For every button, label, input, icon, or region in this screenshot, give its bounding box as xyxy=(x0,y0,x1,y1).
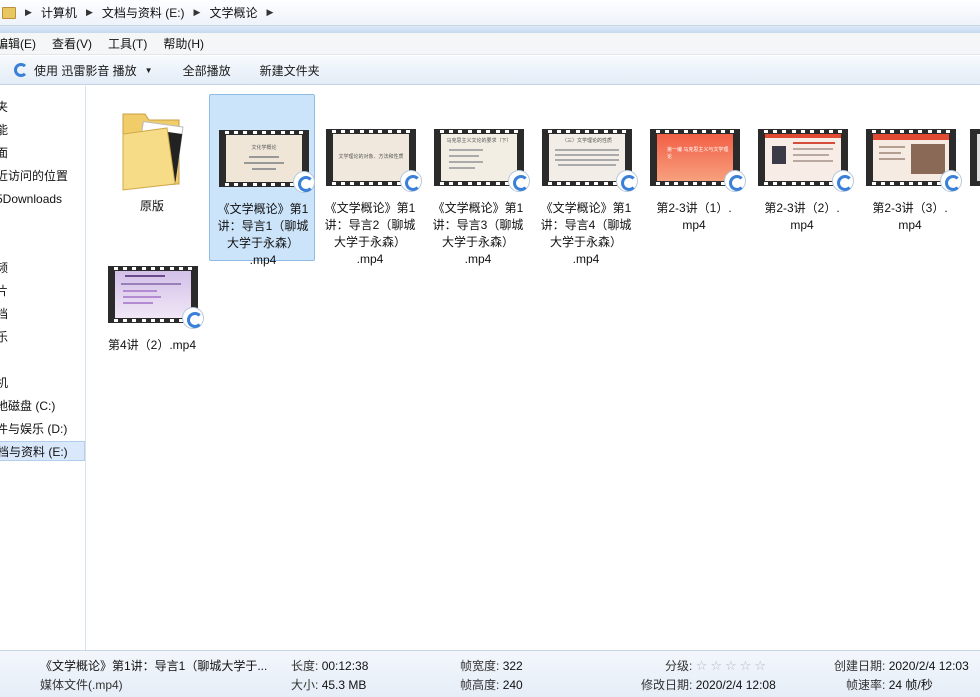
details-pane: 《文学概论》第1讲：导言1（聊城大学于... 媒体文件(.mp4) 长度: 00… xyxy=(0,650,980,697)
detail-length: 长度: 00:12:38 xyxy=(291,659,369,673)
xunlei-player-icon xyxy=(182,307,204,329)
video-file-item[interactable]: 第2-3讲（2）. mp4 xyxy=(749,94,855,234)
nav-item-videos[interactable]: 频 xyxy=(0,258,8,278)
file-name: 第4讲（2）.mp4 xyxy=(107,338,197,352)
new-folder-button[interactable]: 新建文件夹 xyxy=(260,62,320,79)
detail-filetype: 媒体文件(.mp4) xyxy=(40,678,123,692)
star-icon: ☆ xyxy=(695,658,708,673)
detail-modified: 修改日期: 2020/2/4 12:08 xyxy=(641,678,776,692)
nav-item-recent-places[interactable]: 近访问的位置 xyxy=(0,166,68,186)
nav-item-downloads[interactable]: 5Downloads xyxy=(0,189,62,209)
chevron-right-icon[interactable]: ▶ xyxy=(25,7,32,18)
nav-item[interactable]: 能 xyxy=(0,120,8,140)
detail-frame-height: 帧高度: 240 xyxy=(460,678,523,692)
breadcrumb-current-folder[interactable]: 文学概论 xyxy=(209,4,257,21)
video-thumbnail xyxy=(970,129,980,186)
file-name: 第2-3讲（2）. mp4 xyxy=(764,201,840,232)
star-icon: ☆ xyxy=(725,658,737,673)
xunlei-player-icon xyxy=(400,170,422,192)
breadcrumb-drive-e[interactable]: 文档与资料 (E:) xyxy=(102,4,185,21)
chevron-right-icon[interactable]: ▶ xyxy=(194,7,201,18)
video-file-item[interactable]: 第4讲（2）.mp4 xyxy=(99,231,205,352)
xunlei-player-icon xyxy=(508,170,530,192)
menu-edit[interactable]: 编辑(E) xyxy=(0,35,42,52)
video-thumbnail xyxy=(758,129,854,192)
file-name: 《文学概论》第1 讲：导言2（聊城 大学于永森） .mp4 xyxy=(324,201,416,266)
detail-frame-width: 帧宽度: 322 xyxy=(460,659,523,673)
nav-item[interactable]: 夹 xyxy=(0,97,8,117)
breadcrumb-computer[interactable]: 计算机 xyxy=(41,4,77,21)
xunlei-player-icon xyxy=(293,171,315,193)
video-thumbnail xyxy=(866,129,962,192)
detail-size: 大小: 45.3 MB xyxy=(291,678,367,692)
video-file-item-partial[interactable] xyxy=(965,94,980,234)
dropdown-arrow-icon[interactable]: ▼ xyxy=(145,66,153,75)
xunlei-player-icon xyxy=(616,170,638,192)
file-name: 《文学概论》第1 讲：导言4（聊城 大学于永森） .mp4 xyxy=(540,201,632,266)
file-list: 原版 文化学概论 《文学概论》第1 讲：导言1（聊城 大学于永森） .mp4 文… xyxy=(87,86,980,650)
xunlei-player-icon xyxy=(940,170,962,192)
nav-item-documents[interactable]: 档 xyxy=(0,304,8,324)
video-thumbnail xyxy=(108,266,204,329)
file-name: 《文学概论》第1 讲：导言3（聊城 大学于永森） .mp4 xyxy=(432,201,524,266)
nav-item-drive-e[interactable]: 档与资料 (E:) xyxy=(0,441,85,461)
video-file-item[interactable]: 文化学概论 《文学概论》第1 讲：导言1（聊城 大学于永森） .mp4 xyxy=(209,94,315,267)
nav-item-drive-c[interactable]: 地磁盘 (C:) xyxy=(0,396,55,416)
menu-help[interactable]: 帮助(H) xyxy=(157,35,210,52)
rating-stars[interactable]: ☆ ☆ ☆ ☆ ☆ xyxy=(695,658,769,673)
video-thumbnail: 第一编 马克思主义与文学理论 xyxy=(650,129,746,192)
file-name: 《文学概论》第1 讲：导言1（聊城 大学于永森） .mp4 xyxy=(217,202,309,267)
nav-item-pictures[interactable]: 片 xyxy=(0,281,8,301)
video-thumbnail: 文学理论的对象、方法和性质 xyxy=(326,129,422,192)
xunlei-player-icon xyxy=(832,170,854,192)
video-file-item[interactable]: 文学理论的对象、方法和性质 《文学概论》第1 讲：导言2（聊城 大学于永森） .mp4 xyxy=(317,94,423,266)
play-with-button[interactable]: 使用 迅雷影音 播放 ▼ xyxy=(14,62,153,79)
detail-rating: 分级: ☆ ☆ ☆ ☆ ☆ xyxy=(665,657,769,674)
nav-item-computer[interactable]: 机 xyxy=(0,373,8,393)
chevron-right-icon[interactable]: ▶ xyxy=(266,7,273,18)
file-name: 第2-3讲（1）. mp4 xyxy=(656,201,732,232)
menu-view[interactable]: 查看(V) xyxy=(46,35,98,52)
xunlei-player-icon xyxy=(724,170,746,192)
command-bar: 使用 迅雷影音 播放 ▼ 全部播放 新建文件夹 xyxy=(0,56,980,85)
video-file-item[interactable]: 第2-3讲（3）. mp4 xyxy=(857,94,963,234)
navigation-pane: 夹 能 面 近访问的位置 5Downloads 频 片 档 乐 机 地磁盘 (C… xyxy=(0,86,86,650)
menu-bar: 编辑(E) 查看(V) 工具(T) 帮助(H) xyxy=(0,33,980,55)
nav-item-music[interactable]: 乐 xyxy=(0,327,8,347)
star-icon: ☆ xyxy=(754,658,766,673)
folder-item[interactable]: 原版 xyxy=(99,94,205,244)
video-thumbnail: 文化学概论 xyxy=(219,130,315,193)
star-icon: ☆ xyxy=(710,658,722,673)
menu-tools[interactable]: 工具(T) xyxy=(102,35,153,52)
video-thumbnail: （三）文学理论的性质 xyxy=(542,129,638,192)
folder-icon xyxy=(2,6,16,19)
video-thumbnail: 马克思主义文论的要求（下） xyxy=(434,129,530,192)
nav-item-drive-d[interactable]: 件与娱乐 (D:) xyxy=(0,419,67,439)
file-name: 第2-3讲（3）. mp4 xyxy=(872,201,948,232)
video-file-item[interactable]: 马克思主义文论的要求（下） 《文学概论》第1 讲：导言3（聊城 大学于永森） .mp4 xyxy=(425,94,531,266)
star-icon: ☆ xyxy=(739,658,752,673)
chevron-right-icon[interactable]: ▶ xyxy=(86,7,93,18)
video-file-item[interactable]: 第一编 马克思主义与文学理论 第2-3讲（1）. mp4 xyxy=(641,94,747,234)
play-all-button[interactable]: 全部播放 xyxy=(183,62,231,79)
video-file-item[interactable]: （三）文学理论的性质 《文学概论》第1 讲：导言4（聊城 大学于永森） .mp4 xyxy=(533,94,639,266)
file-name: 原版 xyxy=(139,199,164,213)
explorer-window: ▶ 计算机 ▶ 文档与资料 (E:) ▶ 文学概论 ▶ 编辑(E) 查看(V) … xyxy=(0,0,980,697)
nav-item[interactable]: 面 xyxy=(0,143,8,163)
window-frame-strip xyxy=(0,26,980,33)
detail-filename: 《文学概论》第1讲：导言1（聊城大学于... xyxy=(40,659,268,673)
folder-icon xyxy=(122,113,184,191)
detail-framerate: 帧速率: 24 帧/秒 xyxy=(846,678,933,692)
xunlei-player-icon xyxy=(14,63,28,77)
detail-created: 创建日期: 2020/2/4 12:03 xyxy=(834,659,969,673)
address-bar[interactable]: ▶ 计算机 ▶ 文档与资料 (E:) ▶ 文学概论 ▶ xyxy=(0,0,980,26)
